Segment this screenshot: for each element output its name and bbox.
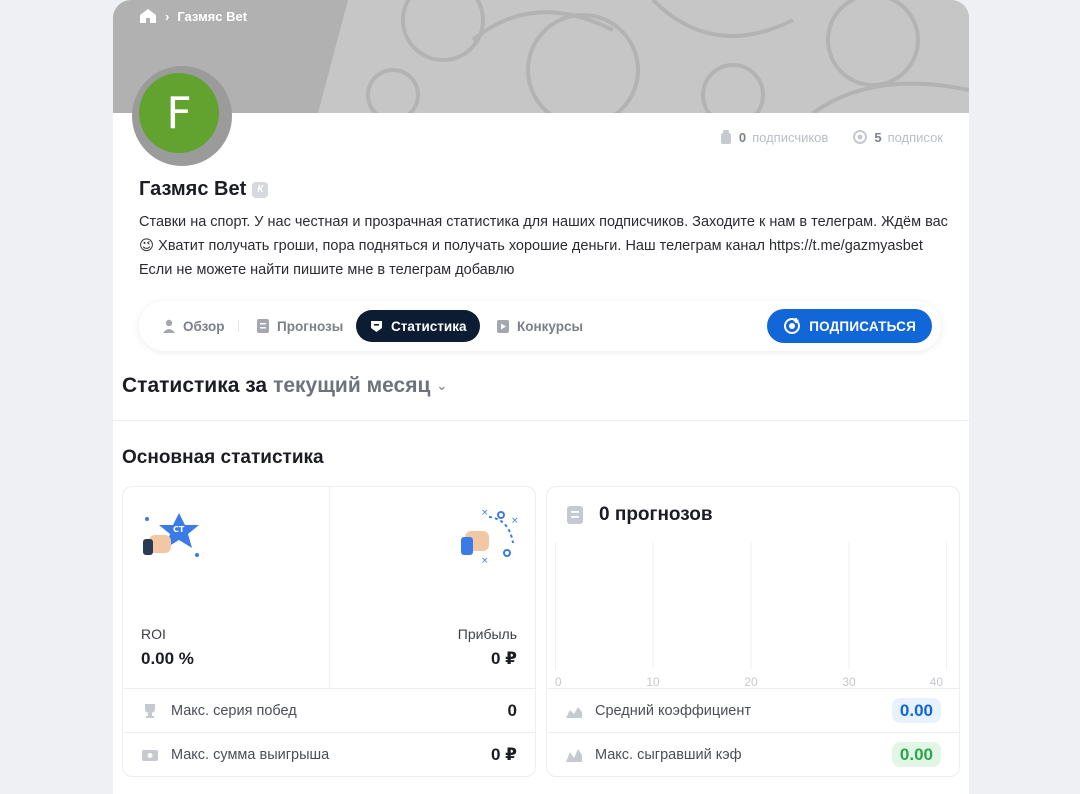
chart-tick-label: 0 [555, 675, 562, 688]
chart-tick-label: 40 [930, 675, 944, 688]
forecasts-card: 0 прогнозов 0 10 20 30 40 Средний коэффициен… [546, 486, 960, 777]
profile-description: Ставки на спорт. У нас честная и прозрач… [139, 214, 948, 278]
profile-counts: 0 подписчиков 5 подписок [719, 129, 943, 145]
cover-banner: › Газмяс Bet [113, 0, 969, 113]
chart-up-icon [566, 707, 582, 718]
svg-text:×: × [481, 556, 489, 565]
svg-text:×: × [511, 516, 519, 526]
subscriptions-icon [853, 130, 868, 144]
main-stats-card: CT × × × ROI 0.00 % Прибыль 0 ₽ Макс. се… [122, 486, 536, 777]
max-coef-row: Макс. сыгравший кэф 0.00 [547, 733, 959, 777]
max-win-streak-row: Макс. серия побед 0 [123, 689, 535, 733]
chevron-right-icon: › [165, 8, 170, 24]
user-icon [163, 319, 175, 333]
avg-coef-value: 0.00 [891, 698, 941, 723]
chart-tick-label: 20 [744, 675, 758, 688]
home-icon[interactable] [139, 8, 157, 24]
period-selector[interactable]: Статистика за текущий месяц ⌄ [122, 374, 447, 398]
subscribers-count[interactable]: 0 подписчиков [719, 129, 828, 145]
subscribe-icon [784, 318, 801, 334]
main-stats-title: Основная статистика [122, 447, 324, 468]
tab-overview[interactable]: Обзор [149, 310, 239, 342]
forecasts-chart: 0 10 20 30 40 [555, 542, 947, 688]
profile-name: Газмяс Bet К [139, 178, 269, 201]
subscribers-icon [720, 130, 731, 144]
max-win-sum-row: Макс. сумма выигрыша 0 ₽ [123, 733, 535, 777]
trophy-icon [145, 704, 155, 718]
chevron-down-icon: ⌄ [436, 378, 448, 393]
forecasts-title: 0 прогнозов [599, 504, 713, 525]
list-icon [257, 319, 269, 333]
subscriptions-count[interactable]: 5 подписок [852, 129, 943, 145]
roi-illustration-icon: CT [143, 513, 199, 557]
profile-tabs: Обзор Прогнозы Статистика Конкурсы ПОДПИ… [139, 301, 941, 351]
svg-text:×: × [481, 508, 489, 518]
breadcrumb: › Газмяс Bet [139, 8, 247, 24]
stats-icon [371, 320, 382, 332]
peak-chart-icon [566, 749, 582, 762]
chart-tick-label: 30 [842, 675, 856, 688]
avatar[interactable]: F [139, 73, 219, 153]
roi-value: 0.00 % [141, 649, 194, 668]
svg-text:CT: CT [173, 525, 185, 534]
subscribe-button[interactable]: ПОДПИСАТЬСЯ [767, 309, 932, 343]
profit-label: Прибыль [457, 626, 517, 642]
list-icon [567, 506, 583, 524]
avg-coef-row: Средний коэффициент 0.00 [547, 689, 959, 733]
chart-tick-label: 10 [646, 675, 660, 688]
cash-icon [142, 750, 158, 761]
verified-badge: К [252, 181, 269, 198]
tab-forecasts[interactable]: Прогнозы [243, 310, 357, 342]
profit-illustration-icon: × × × [461, 508, 519, 565]
contest-icon [497, 319, 509, 333]
tab-statistics[interactable]: Статистика [356, 310, 481, 342]
tab-contests[interactable]: Конкурсы [483, 310, 597, 342]
profile-page: › Газмяс Bet F 0 подписчиков 5 подписок … [113, 0, 969, 794]
breadcrumb-current[interactable]: Газмяс Bet [177, 9, 247, 24]
profit-value: 0 ₽ [490, 649, 517, 668]
max-coef-value: 0.00 [891, 742, 941, 767]
roi-label: ROI [141, 626, 166, 642]
divider [113, 420, 969, 421]
